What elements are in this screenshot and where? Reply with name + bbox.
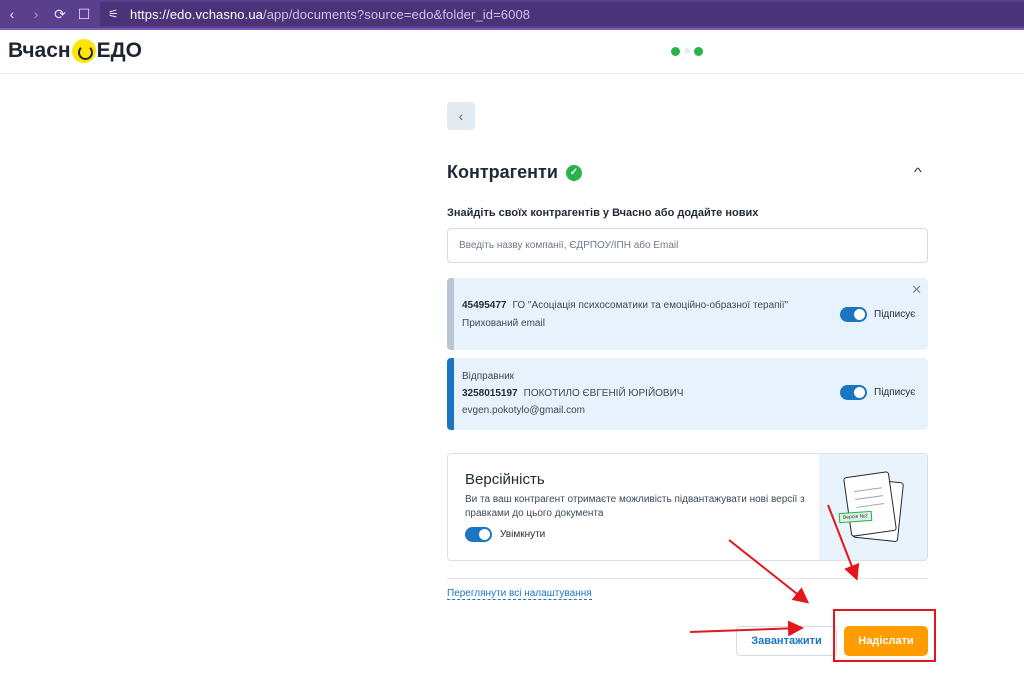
footer-divider <box>447 578 928 579</box>
vchasno-edo-logo[interactable]: Вчасн ЕДО <box>8 39 142 63</box>
back-arrow-icon[interactable]: ‹ <box>0 0 24 28</box>
versioning-card: Версійність Ви та ваш контрагент отримає… <box>447 453 928 561</box>
party-company-line: 45495477 ГО "Асоціація психосоматики та е… <box>462 300 788 311</box>
signs-toggle[interactable] <box>840 307 867 322</box>
text-line <box>854 487 882 493</box>
text-line <box>855 495 884 501</box>
party-edrpou: 45495477 <box>462 300 507 311</box>
url-host: https://edo.vchasno.ua <box>130 6 264 22</box>
card-stripe <box>447 358 454 430</box>
section-title: Контрагенти ✓ <box>447 162 582 183</box>
signs-label: Підписує <box>874 309 916 320</box>
address-bar[interactable]: ⚟ https://edo.vchasno.ua/app/documents?s… <box>100 2 1024 26</box>
smile-logo-icon <box>71 39 96 63</box>
signs-toggle[interactable] <box>840 385 867 400</box>
find-counterparties-label: Знайдіть своїх контрагентів у Вчасно або… <box>447 207 759 219</box>
versioning-title: Версійність <box>465 471 545 488</box>
counterparty-search-input[interactable] <box>447 228 928 263</box>
step-dot-pending <box>684 48 690 54</box>
bookmark-icon[interactable]: ☐ <box>72 0 96 28</box>
site-settings-icon[interactable]: ⚟ <box>108 7 130 21</box>
versioning-toggle-label: Увімкнути <box>500 529 546 540</box>
step-dot-done <box>694 47 703 56</box>
app-header: Вчасн ЕДО <box>0 30 1024 74</box>
party-email: Прихований email <box>462 318 545 329</box>
download-button[interactable]: Завантажити <box>736 626 837 656</box>
counterparty-card: 45495477 ГО "Асоціація психосоматики та е… <box>447 278 928 350</box>
check-circle-icon: ✓ <box>565 164 582 181</box>
chevron-left-icon: ‹ <box>458 108 464 124</box>
document-front-icon <box>843 471 897 537</box>
card-stripe <box>447 278 454 350</box>
party-company-line: 3258015197 ПОКОТИЛО ЄВГЕНІЙ ЮРІЙОВИЧ <box>462 388 683 399</box>
close-icon[interactable]: ✕ <box>911 282 922 298</box>
chevron-up-icon[interactable]: ^ <box>914 165 922 179</box>
party-name: ПОКОТИЛО ЄВГЕНІЙ ЮРІЙОВИЧ <box>523 388 684 399</box>
sender-card: Відправник 3258015197 ПОКОТИЛО ЄВГЕНІЙ ЮР… <box>447 358 928 430</box>
browser-toolbar: ‹ › ⟳ ☐ ⚟ https://edo.vchasno.ua/app/doc… <box>0 0 1024 28</box>
signs-label: Підписує <box>874 387 916 398</box>
document-versions-illustration: Версія №2 <box>819 454 927 560</box>
versioning-description: Ви та ваш контрагент отримаєте можливіст… <box>465 494 805 519</box>
forward-arrow-icon[interactable]: › <box>24 0 48 28</box>
party-ipn: 3258015197 <box>462 388 518 399</box>
party-name: ГО "Асоціація психосоматики та емоційно-… <box>512 300 789 311</box>
step-indicator <box>671 47 703 56</box>
url-text[interactable]: https://edo.vchasno.ua/app/documents?sou… <box>130 7 530 22</box>
back-button[interactable]: ‹ <box>447 102 475 130</box>
versioning-toggle[interactable] <box>465 527 492 542</box>
logo-text-left: Вчасн <box>8 39 71 62</box>
step-dot-done <box>671 47 680 56</box>
counterparties-title: Контрагенти <box>447 162 558 182</box>
reload-icon[interactable]: ⟳ <box>48 0 72 28</box>
view-all-settings-link[interactable]: Переглянути всі налаштування <box>447 588 592 600</box>
text-line <box>856 503 885 508</box>
sender-role: Відправник <box>462 371 515 382</box>
url-path: /app/documents?source=edo&folder_id=6008 <box>263 6 531 22</box>
party-email: evgen.pokotylo@gmail.com <box>462 405 585 416</box>
logo-text-right: ЕДО <box>96 39 142 62</box>
annotation-highlight-box <box>833 609 936 662</box>
